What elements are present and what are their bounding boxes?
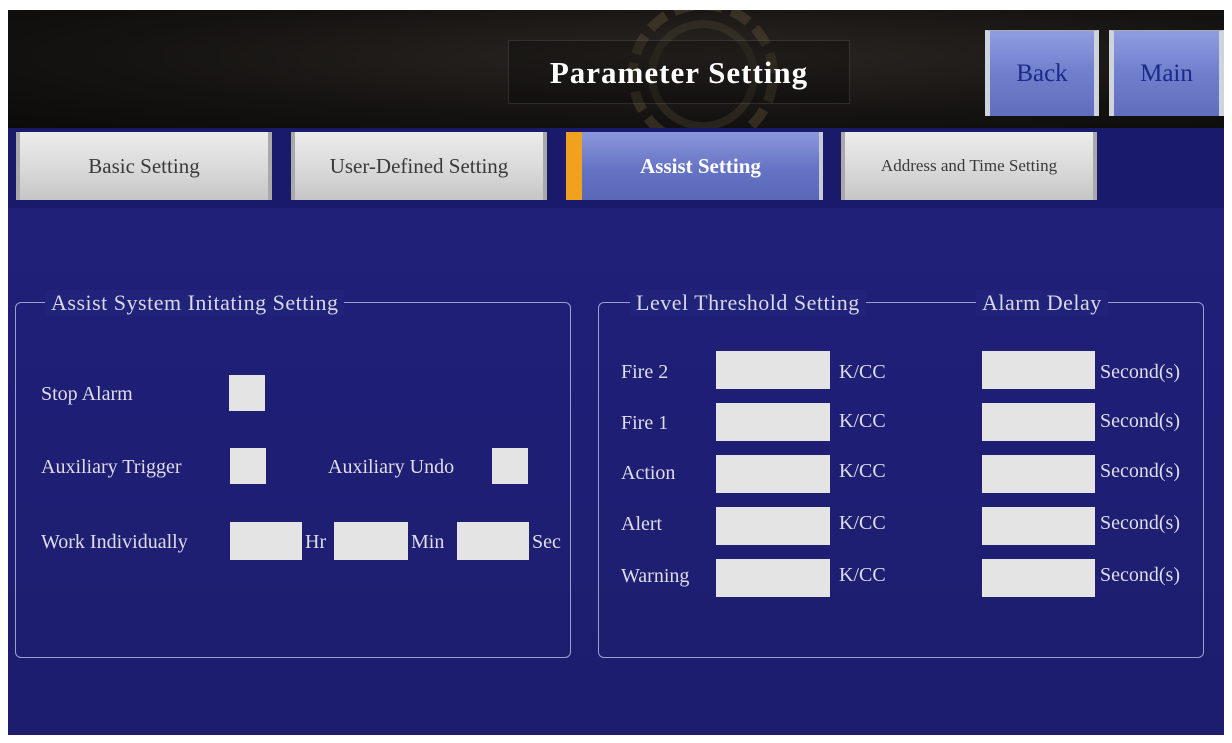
action-unit-label: K/CC [839, 460, 886, 482]
assist-system-legend: Assist System Initating Setting [45, 290, 345, 316]
warning-threshold-input[interactable] [716, 559, 830, 597]
level-threshold-legend: Level Threshold Setting [630, 290, 866, 316]
header-bar: Parameter Setting Back Main [8, 10, 1224, 150]
main-button[interactable]: Main [1109, 30, 1224, 116]
row-alert-label: Alert [621, 513, 663, 535]
auxiliary-trigger-checkbox[interactable] [230, 448, 266, 484]
action-delay-input[interactable] [982, 455, 1095, 493]
alert-delay-input[interactable] [982, 507, 1095, 545]
tab-user-defined-setting[interactable]: User-Defined Setting [291, 132, 547, 200]
fire2-delay-unit-label: Second(s) [1100, 361, 1180, 383]
fire1-threshold-input[interactable] [716, 403, 830, 441]
warning-unit-label: K/CC [839, 564, 886, 586]
alert-delay-unit-label: Second(s) [1100, 512, 1180, 534]
fire2-threshold-input[interactable] [716, 351, 830, 389]
auxiliary-undo-label: Auxiliary Undo [328, 456, 455, 478]
row-fire2-label: Fire 2 [621, 361, 669, 383]
row-action-label: Action [621, 462, 676, 484]
hmi-screen: Parameter Setting Back Main Basic Settin… [8, 10, 1224, 735]
page-title: Parameter Setting [549, 55, 809, 90]
stop-alarm-label: Stop Alarm [41, 383, 133, 405]
work-individually-hr-input[interactable] [230, 522, 302, 560]
row-fire1-label: Fire 1 [621, 412, 669, 434]
fire1-unit-label: K/CC [839, 410, 886, 432]
auxiliary-trigger-label: Auxiliary Trigger [41, 456, 182, 478]
auxiliary-undo-checkbox[interactable] [492, 448, 528, 484]
min-label: Min [411, 531, 445, 553]
fire2-unit-label: K/CC [839, 361, 886, 383]
action-threshold-input[interactable] [716, 455, 830, 493]
fire1-delay-unit-label: Second(s) [1100, 410, 1180, 432]
sec-label: Sec [532, 531, 561, 553]
tab-assist-setting[interactable]: Assist Setting [566, 132, 823, 200]
back-button[interactable]: Back [985, 30, 1099, 116]
tab-basic-setting[interactable]: Basic Setting [16, 132, 272, 200]
warning-delay-unit-label: Second(s) [1100, 564, 1180, 586]
alert-threshold-input[interactable] [716, 507, 830, 545]
work-individually-label: Work Individually [41, 531, 188, 553]
fire1-delay-input[interactable] [982, 403, 1095, 441]
alarm-delay-legend: Alarm Delay [976, 290, 1108, 316]
hr-label: Hr [305, 531, 327, 553]
stop-alarm-checkbox[interactable] [229, 375, 265, 411]
fire2-delay-input[interactable] [982, 351, 1095, 389]
action-delay-unit-label: Second(s) [1100, 460, 1180, 482]
work-individually-sec-input[interactable] [457, 522, 529, 560]
warning-delay-input[interactable] [982, 559, 1095, 597]
tab-address-time-setting[interactable]: Address and Time Setting [841, 132, 1097, 200]
alert-unit-label: K/CC [839, 512, 886, 534]
row-warning-label: Warning [621, 565, 690, 587]
work-individually-min-input[interactable] [334, 522, 408, 560]
